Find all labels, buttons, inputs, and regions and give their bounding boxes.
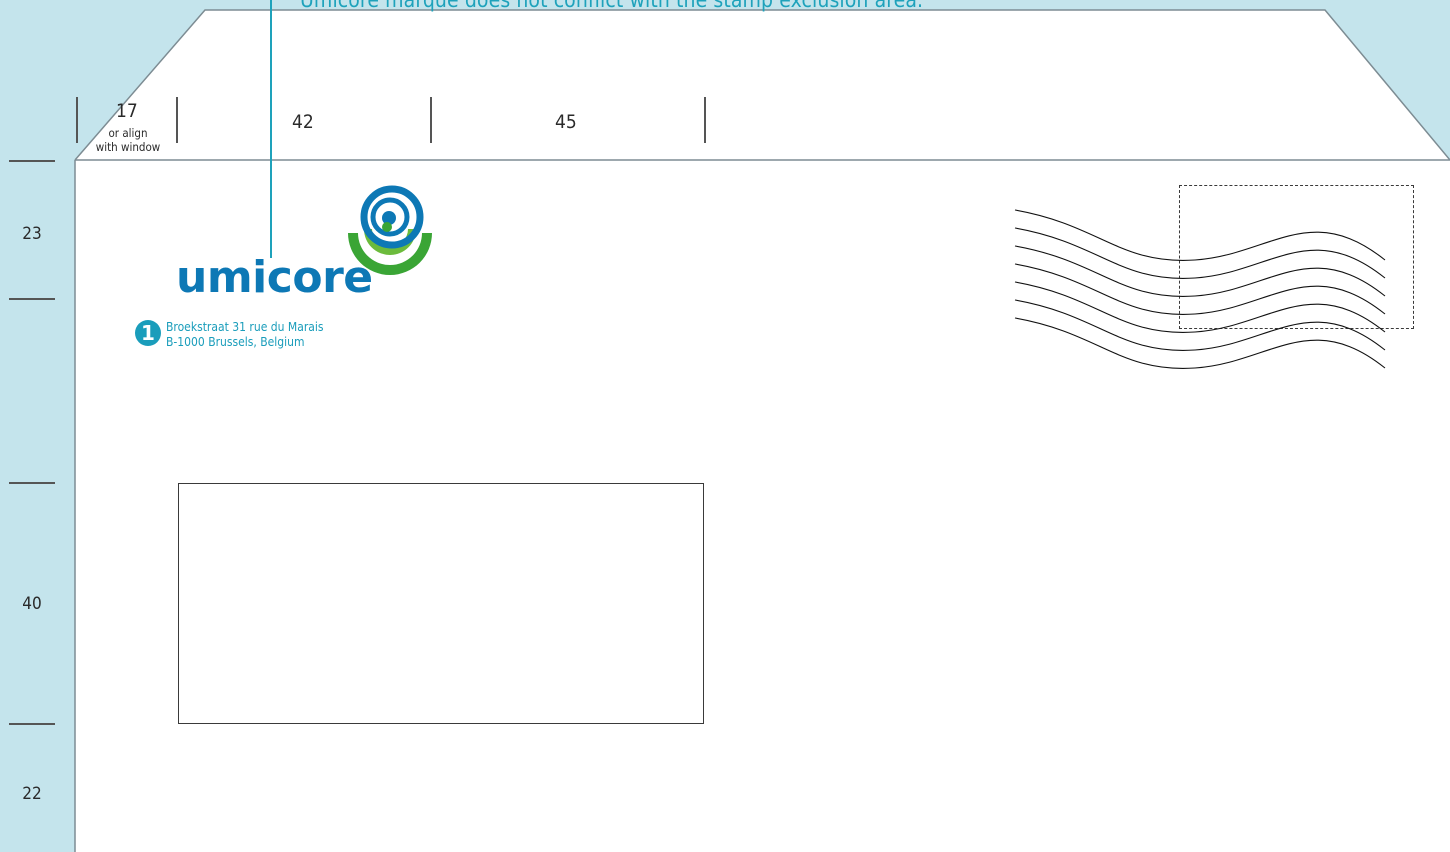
envelope-shape <box>75 10 1450 852</box>
postmark-wave-7 <box>1014 317 1386 369</box>
return-address-line1: Broekstraat 31 rue du Marais <box>166 320 324 334</box>
dim-left-tick-4 <box>9 723 55 725</box>
dim-label-42: 42 <box>292 111 314 133</box>
envelope-outline <box>74 9 1450 852</box>
umicore-wordmark: umicore <box>176 252 373 303</box>
postmark-wave-5 <box>1014 281 1386 333</box>
dim-tick-4 <box>704 97 706 143</box>
dim-tick-2 <box>176 97 178 143</box>
dim-left-tick-3 <box>9 482 55 484</box>
dim-left-22: 22 <box>22 784 42 804</box>
dim-label-17: 17 <box>116 100 138 122</box>
dim-label-45: 45 <box>555 111 577 133</box>
return-address-badge: 1 <box>135 320 161 346</box>
dim-note-line2: with window <box>95 140 161 154</box>
dim-tick-3 <box>430 97 432 143</box>
address-window <box>178 483 704 724</box>
dim-left-tick-1 <box>9 160 55 162</box>
dim-tick-1 <box>76 97 78 143</box>
postmark-wave-6 <box>1014 299 1386 351</box>
dim-left-23: 23 <box>22 224 42 244</box>
postmark-wave-4 <box>1014 263 1386 315</box>
dim-note-line1: or align <box>108 126 148 140</box>
postmark-wave-2 <box>1014 227 1386 279</box>
postmark-waves <box>1014 209 1386 369</box>
dim-left-tick-2 <box>9 298 55 300</box>
callout-pointer-line <box>270 0 272 258</box>
logo-green-core <box>382 222 392 232</box>
envelope-spec-sheet: Umicore marque does not conflict with th… <box>0 0 1450 852</box>
postmark-wave-1 <box>1014 209 1386 261</box>
return-address-line2: B-1000 Brussels, Belgium <box>166 335 305 349</box>
callout-text: Umicore marque does not conflict with th… <box>300 0 924 12</box>
postmark-wave-3 <box>1014 245 1386 297</box>
dim-left-40: 40 <box>22 594 42 614</box>
